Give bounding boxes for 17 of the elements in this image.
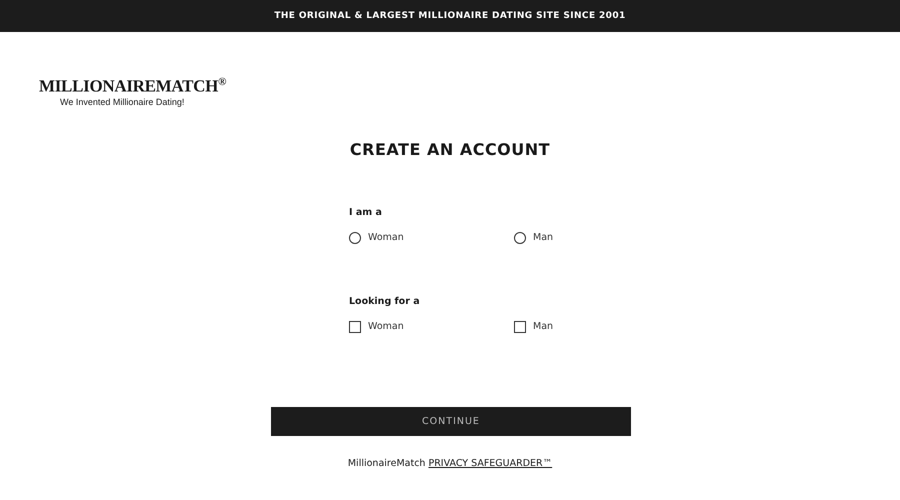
top-banner: THE ORIGINAL & LARGEST MILLIONAIRE DATING SITE SINCE 2001 [0,0,900,32]
option-label: Woman [368,232,404,244]
page-title: CREATE AN ACCOUNT [348,138,552,161]
checkbox[interactable] [514,320,526,333]
option-label: Man [533,321,554,332]
checkbox[interactable] [349,320,361,333]
group-label: Looking for a [349,296,421,307]
option-label: Woman [368,321,404,332]
continue-button[interactable]: CONTINUE [271,406,631,436]
logo-wordmark[interactable]: MILLIONAIREMATCH$^{®}$ [39,72,226,97]
group-label: I am a [349,206,383,218]
radio-button[interactable] [514,232,526,244]
logo-tagline: We Invented Millionaire Dating! [60,96,184,107]
privacy-link[interactable]: PRIVACY SAFEGUARDER™ [428,458,552,469]
option-label: Man [533,232,554,244]
footer-text: MillionaireMatch PRIVACY SAFEGUARDER™ [346,458,554,469]
radio-button[interactable] [349,232,361,244]
